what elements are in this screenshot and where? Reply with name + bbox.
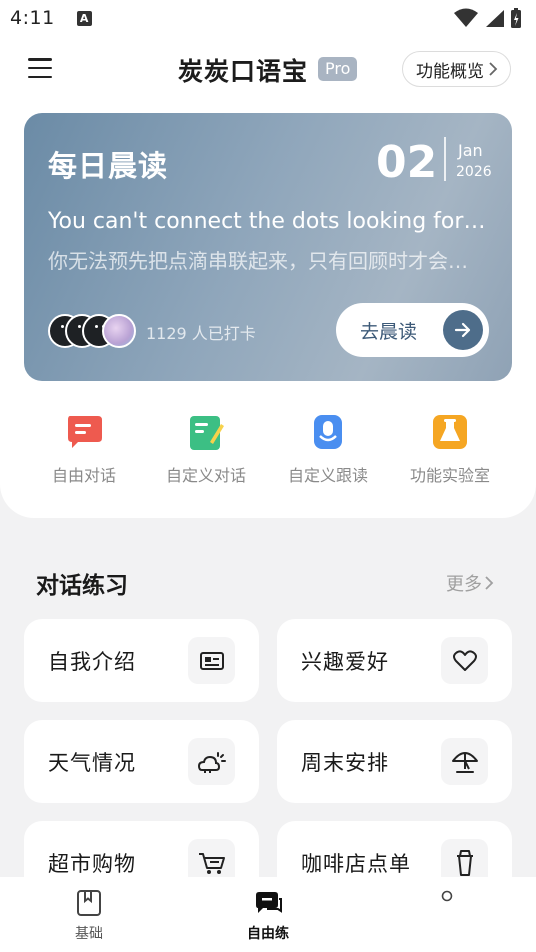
nav-basics[interactable]: 基础 — [44, 889, 134, 943]
bookmark-book-icon — [77, 890, 101, 916]
battery-icon — [511, 8, 521, 28]
status-icons — [454, 7, 522, 29]
chevron-right-icon — [489, 62, 498, 76]
checkin-avatars — [48, 314, 140, 348]
shortcut-custom-dialogue[interactable]: 自定义对话 — [146, 412, 266, 486]
avatar — [102, 314, 136, 348]
quote-english: You can't connect the dots looking forw… — [48, 209, 488, 234]
go-reading-button[interactable]: 去晨读 — [336, 303, 489, 357]
topic-label: 周末安排 — [301, 750, 389, 775]
reading-year: 2026 — [456, 164, 492, 180]
home-top-panel: 炭炭口语宝 Pro 功能概览 每日晨读 02 Jan 2026 You can'… — [0, 36, 536, 518]
heart-icon — [441, 637, 488, 684]
bottom-navigation: 基础 自由练 — [0, 877, 536, 952]
chat-bubble-icon — [68, 416, 102, 448]
a-box-icon: A — [76, 10, 92, 26]
daily-reading-title: 每日晨读 — [48, 149, 169, 183]
quote-chinese: 你无法预先把点滴串联起来，只有回顾时才会… — [48, 249, 468, 273]
date-divider — [444, 137, 446, 181]
arrow-right-icon — [443, 310, 483, 350]
app-bar: 炭炭口语宝 Pro 功能概览 — [0, 36, 536, 102]
status-bar: 4:11 A — [0, 0, 536, 36]
wifi-icon — [454, 8, 478, 27]
practice-section-title: 对话练习 — [36, 573, 128, 599]
pro-badge: Pro — [318, 57, 358, 81]
topic-card-weather[interactable]: 天气情况 — [24, 720, 259, 803]
menu-icon[interactable] — [28, 58, 52, 78]
nav-free-practice[interactable]: 自由练 — [223, 889, 313, 943]
feature-overview-label: 功能概览 — [416, 61, 484, 82]
checkin-count: 1129 人已打卡 — [146, 324, 256, 343]
nav-label: 基础 — [75, 926, 103, 942]
chat-icon — [256, 892, 282, 913]
id-card-icon — [188, 637, 235, 684]
topic-label: 兴趣爱好 — [301, 649, 389, 674]
flask-icon — [433, 415, 467, 449]
status-time: 4:11 — [10, 7, 55, 29]
topic-label: 咖啡店点单 — [301, 851, 411, 876]
shortcut-custom-shadowing[interactable]: 自定义跟读 — [268, 412, 388, 486]
topic-label: 自我介绍 — [48, 649, 136, 674]
shortcut-label: 自定义跟读 — [287, 466, 368, 485]
shortcut-label: 自由对话 — [51, 466, 116, 485]
more-label: 更多 — [446, 574, 482, 595]
reading-month: Jan — [458, 141, 483, 160]
chevron-right-icon — [485, 576, 494, 590]
microphone-icon — [314, 415, 342, 449]
signal-icon — [486, 10, 504, 27]
shortcut-free-talk[interactable]: 自由对话 — [24, 412, 144, 486]
shortcut-label: 自定义对话 — [165, 466, 246, 485]
topic-card-self-intro[interactable]: 自我介绍 — [24, 619, 259, 702]
feature-shortcuts: 自由对话 自定义对话 自定义跟读 功能实验室 — [0, 412, 536, 492]
more-link[interactable]: 更多 — [446, 570, 494, 596]
topic-label: 天气情况 — [48, 750, 136, 775]
go-reading-label: 去晨读 — [360, 320, 418, 343]
app-title: 炭炭口语宝 — [178, 57, 309, 86]
nav-profile[interactable] — [402, 889, 492, 909]
topic-card-weekend-plans[interactable]: 周末安排 — [277, 720, 512, 803]
shortcut-feature-lab[interactable]: 功能实验室 — [390, 412, 510, 486]
nav-label: 自由练 — [247, 926, 289, 942]
shortcut-label: 功能实验室 — [409, 466, 490, 485]
weather-icon — [188, 738, 235, 785]
reading-day: 02 — [376, 137, 438, 188]
feature-overview-button[interactable]: 功能概览 — [402, 51, 511, 87]
beach-umbrella-icon — [441, 738, 488, 785]
daily-reading-card[interactable]: 每日晨读 02 Jan 2026 You can't connect the d… — [24, 113, 512, 381]
topic-card-hobbies[interactable]: 兴趣爱好 — [277, 619, 512, 702]
edit-note-icon — [190, 416, 224, 450]
profile-icon — [441, 890, 453, 902]
topic-label: 超市购物 — [48, 851, 136, 876]
